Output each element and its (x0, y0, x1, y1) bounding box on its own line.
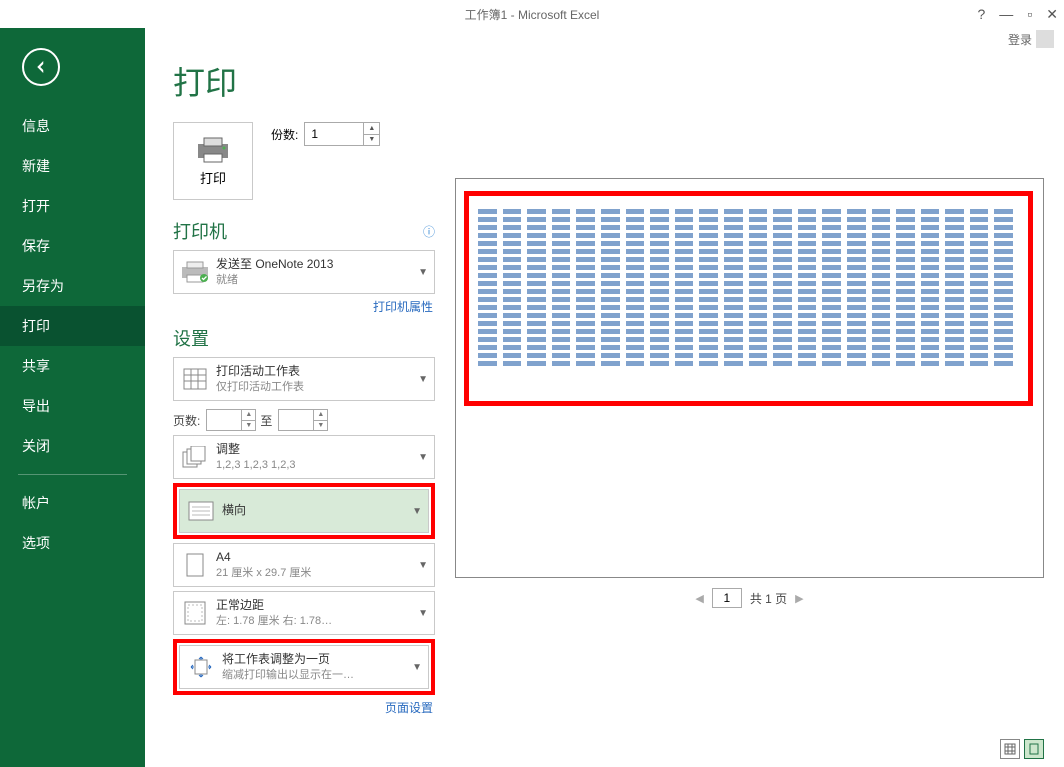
printer-status: 就绪 (216, 273, 414, 287)
chevron-down-icon: ▼ (414, 374, 428, 385)
print-button-label: 打印 (200, 168, 226, 187)
paper-icon (180, 550, 210, 580)
chevron-down-icon: ▼ (414, 267, 428, 278)
scaling-select[interactable]: 将工作表调整为一页 缩减打印输出以显示在一… ▼ (179, 645, 429, 689)
collation-select[interactable]: 调整 1,2,3 1,2,3 1,2,3 ▼ (173, 435, 435, 479)
printer-select[interactable]: 发送至 OneNote 2013 就绪 ▼ (173, 250, 435, 294)
nav-separator (18, 474, 127, 475)
nav-account[interactable]: 帐户 (0, 483, 145, 523)
minimize-icon[interactable]: — (999, 6, 1013, 22)
copies-input[interactable] (305, 123, 363, 145)
collate-icon (180, 442, 210, 472)
paper-size-select[interactable]: A4 21 厘米 x 29.7 厘米 ▼ (173, 543, 435, 587)
nav-export[interactable]: 导出 (0, 386, 145, 426)
preview-pager: ◀ 共 1 页 ▶ (455, 578, 1044, 618)
window-title: 工作簿1 - Microsoft Excel (465, 6, 600, 23)
nav-print[interactable]: 打印 (0, 306, 145, 346)
preview-page (455, 178, 1044, 578)
chevron-down-icon: ▼ (414, 452, 428, 463)
pager-total: 共 1 页 (750, 590, 787, 607)
chevron-down-icon: ▼ (414, 560, 428, 571)
page-to-input[interactable]: ▲▼ (278, 409, 328, 431)
backstage-sidebar: 信息 新建 打开 保存 另存为 打印 共享 导出 关闭 帐户 选项 (0, 28, 145, 767)
printer-device-icon (180, 257, 210, 287)
print-what-select[interactable]: 打印活动工作表 仅打印活动工作表 ▼ (173, 357, 435, 401)
help-icon[interactable]: ? (978, 6, 986, 22)
page-range-row: 页数: ▲▼ 至 ▲▼ (173, 405, 435, 435)
copies-down-icon[interactable]: ▼ (364, 135, 379, 146)
print-settings-column: 打印 打印 份数: ▲ (173, 58, 435, 767)
close-icon[interactable]: ✕ (1046, 6, 1058, 23)
chevron-down-icon: ▼ (414, 608, 428, 619)
printer-icon (196, 136, 230, 164)
nav-close[interactable]: 关闭 (0, 426, 145, 466)
copies-label: 份数: (271, 126, 298, 143)
show-margins-button[interactable] (1000, 739, 1020, 759)
margins-select[interactable]: 正常边距 左: 1.78 厘米 右: 1.78… ▼ (173, 591, 435, 635)
copies-up-icon[interactable]: ▲ (364, 123, 379, 135)
restore-icon[interactable]: ▫ (1027, 6, 1032, 22)
zoom-to-page-button[interactable] (1024, 739, 1044, 759)
printer-properties-link[interactable]: 打印机属性 (173, 298, 433, 315)
nav-save[interactable]: 保存 (0, 226, 145, 266)
title-bar: 工作簿1 - Microsoft Excel ? — ▫ ✕ (0, 0, 1064, 28)
page-title: 打印 (173, 58, 435, 104)
pager-prev-icon[interactable]: ◀ (695, 592, 703, 605)
fit-page-icon (186, 652, 216, 682)
print-preview-column: ◀ 共 1 页 ▶ (455, 58, 1044, 767)
nav-new[interactable]: 新建 (0, 146, 145, 186)
pager-next-icon[interactable]: ▶ (795, 592, 803, 605)
printer-info-icon[interactable]: ⓘ (423, 223, 435, 240)
nav-share[interactable]: 共享 (0, 346, 145, 386)
orientation-select[interactable]: 横向 ▼ (179, 489, 429, 533)
scaling-highlight: 将工作表调整为一页 缩减打印输出以显示在一… ▼ (173, 639, 435, 695)
page-setup-link[interactable]: 页面设置 (173, 699, 433, 716)
nav-open[interactable]: 打开 (0, 186, 145, 226)
pages-to-label: 至 (260, 412, 274, 429)
chevron-down-icon: ▼ (408, 662, 422, 673)
window-controls: ? — ▫ ✕ (978, 6, 1059, 23)
orientation-highlight: 横向 ▼ (173, 483, 435, 539)
page-from-input[interactable]: ▲▼ (206, 409, 256, 431)
print-button[interactable]: 打印 (173, 122, 253, 200)
nav-saveas[interactable]: 另存为 (0, 266, 145, 306)
copies-stepper[interactable]: ▲ ▼ (304, 122, 380, 146)
margins-icon (180, 598, 210, 628)
landscape-icon (186, 496, 216, 526)
printer-name: 发送至 OneNote 2013 (216, 257, 414, 273)
printer-heading: 打印机 ⓘ (173, 218, 435, 244)
preview-zoom-controls (1000, 739, 1044, 759)
settings-heading: 设置 (173, 325, 435, 351)
pages-label: 页数: (173, 412, 202, 429)
nav-info[interactable]: 信息 (0, 106, 145, 146)
back-button[interactable] (22, 48, 60, 86)
pager-current-input[interactable] (712, 588, 742, 608)
chevron-down-icon: ▼ (408, 506, 422, 517)
sheets-icon (180, 364, 210, 394)
nav-options[interactable]: 选项 (0, 523, 145, 563)
preview-content (478, 209, 1013, 369)
